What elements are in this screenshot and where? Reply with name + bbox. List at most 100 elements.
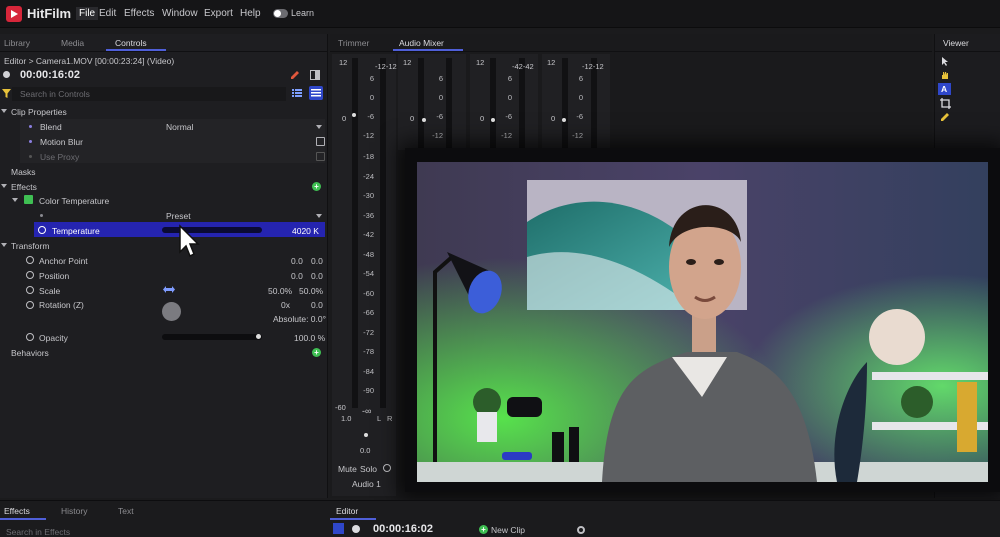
blend-select[interactable]: Normal xyxy=(166,122,193,132)
crop-tool-icon[interactable] xyxy=(940,98,952,110)
temperature-value[interactable]: 4020 K xyxy=(292,226,319,236)
anchor-keyframe-icon[interactable] xyxy=(26,256,34,264)
menu-help[interactable]: Help xyxy=(240,8,261,19)
channel-1-mute-button[interactable]: Mute xyxy=(338,464,357,474)
blend-dropdown-icon[interactable] xyxy=(316,125,322,129)
opacity-slider[interactable] xyxy=(162,334,262,340)
scale-label: Scale xyxy=(39,286,61,296)
timeline-select-tool[interactable] xyxy=(333,523,344,534)
preset-dropdown-icon[interactable] xyxy=(316,214,322,218)
tab-history[interactable]: History xyxy=(61,506,87,516)
transform-heading: Transform xyxy=(11,241,50,251)
scale-label: -60 xyxy=(363,289,374,298)
position-keyframe-icon[interactable] xyxy=(26,271,34,279)
clip-properties-expand-icon[interactable] xyxy=(1,109,7,113)
breadcrumb: Editor > Camera1.MOV [00:00:23:24] (Vide… xyxy=(4,56,175,66)
scale-keyframe-icon[interactable] xyxy=(26,286,34,294)
editor-timecode[interactable]: 00:00:16:02 xyxy=(373,523,433,535)
channel-1-record-icon[interactable] xyxy=(383,464,391,472)
rotation-keyframe-icon[interactable] xyxy=(26,301,34,309)
temperature-keyframe-icon[interactable] xyxy=(38,226,46,234)
tab-media[interactable]: Media xyxy=(61,38,84,48)
channel-3-fader-handle[interactable] xyxy=(491,118,495,122)
tab-text[interactable]: Text xyxy=(118,506,134,516)
temperature-slider[interactable] xyxy=(162,227,262,233)
channel-1-volume[interactable]: 1.0 xyxy=(341,414,351,423)
opacity-value[interactable]: 100.0 % xyxy=(294,333,325,343)
filter-icon[interactable] xyxy=(2,89,11,98)
anchor-x[interactable]: 0.0 xyxy=(291,256,303,266)
rotation-degrees[interactable]: 0.0 xyxy=(311,300,323,310)
position-y[interactable]: 0.0 xyxy=(311,271,323,281)
playback-record-icon[interactable] xyxy=(577,526,585,534)
scale-label: -12 xyxy=(572,131,583,140)
opacity-keyframe-icon[interactable] xyxy=(26,333,34,341)
scale-y[interactable]: 50.0% xyxy=(299,286,323,296)
add-behavior-icon[interactable]: + xyxy=(312,348,321,357)
channel-4-fader-handle[interactable] xyxy=(562,118,566,122)
menu-edit[interactable]: Edit xyxy=(99,8,116,19)
preset-select[interactable]: Preset xyxy=(166,211,191,221)
channel-2-fader-handle[interactable] xyxy=(422,118,426,122)
tab-viewer[interactable]: Viewer xyxy=(943,38,969,48)
tab-editor[interactable]: Editor xyxy=(336,506,358,516)
scale-label: 0 xyxy=(578,93,583,102)
tab-trimmer[interactable]: Trimmer xyxy=(338,38,369,48)
select-tool-icon[interactable] xyxy=(940,56,952,68)
scale-link-icon[interactable] xyxy=(163,285,175,294)
mixer-tab-divider xyxy=(330,51,932,52)
new-clip-icon[interactable]: + xyxy=(479,525,488,534)
panel-layout-icon[interactable] xyxy=(310,70,320,80)
channel-1-fader-zero: 0 xyxy=(342,114,347,123)
channel-1-peak-right: -12-12 xyxy=(375,62,397,71)
tab-editor-indicator xyxy=(330,518,376,520)
scale-label: 0 xyxy=(369,93,374,102)
rotation-turns[interactable]: 0x xyxy=(281,300,290,310)
motion-blur-checkbox[interactable] xyxy=(316,137,325,146)
scale-label: -72 xyxy=(363,328,374,337)
tab-library[interactable]: Library xyxy=(4,38,30,48)
list-view-icon[interactable] xyxy=(292,88,302,98)
scale-label: -18 xyxy=(363,152,374,161)
scale-label: -48 xyxy=(363,250,374,259)
pencil-tool-icon[interactable] xyxy=(940,112,952,124)
channel-1-solo-button[interactable]: Solo xyxy=(360,464,377,474)
menu-window[interactable]: Window xyxy=(162,8,198,19)
transform-expand-icon[interactable] xyxy=(1,243,7,247)
rotation-dial[interactable] xyxy=(162,302,181,321)
masks-heading[interactable]: Masks xyxy=(11,167,36,177)
color-temp-expand-icon[interactable] xyxy=(12,198,18,202)
effects-expand-icon[interactable] xyxy=(1,184,7,188)
hand-tool-icon[interactable] xyxy=(940,70,952,82)
tab-controls[interactable]: Controls xyxy=(115,38,147,48)
opacity-label: Opacity xyxy=(39,333,68,343)
channel-2-fader-zero: 0 xyxy=(410,114,415,123)
menu-effects[interactable]: Effects xyxy=(124,8,154,19)
scale-label: -24 xyxy=(363,172,374,181)
anchor-y[interactable]: 0.0 xyxy=(311,256,323,266)
channel-1-left-label: L xyxy=(377,414,382,423)
text-tool-icon: A xyxy=(941,84,948,94)
channel-1-peak-left: 12 xyxy=(339,58,348,67)
menu-file[interactable]: File xyxy=(76,7,99,20)
position-x[interactable]: 0.0 xyxy=(291,271,303,281)
blend-label: Blend xyxy=(40,122,62,132)
channel-1-pan-knob[interactable] xyxy=(364,433,368,437)
color-temp-enable-checkbox[interactable] xyxy=(24,195,33,204)
scale-label: -12 xyxy=(363,131,374,140)
opacity-slider-handle[interactable] xyxy=(256,334,261,339)
effects-search-input[interactable]: Search in Effects xyxy=(6,527,70,537)
scale-x[interactable]: 50.0% xyxy=(268,286,292,296)
tab-effects[interactable]: Effects xyxy=(4,506,30,516)
controls-timecode[interactable]: 00:00:16:02 xyxy=(20,69,80,81)
channel-1-pan-value[interactable]: 0.0 xyxy=(360,446,370,455)
tab-effects-indicator xyxy=(0,518,46,520)
tab-audio-mixer[interactable]: Audio Mixer xyxy=(399,38,444,48)
pen-icon[interactable] xyxy=(290,70,300,80)
scale-label: -36 xyxy=(363,211,374,220)
menu-export[interactable]: Export xyxy=(204,8,233,19)
scale-label: -30 xyxy=(363,191,374,200)
add-effect-icon[interactable]: + xyxy=(312,182,321,191)
channel-1-fader-handle[interactable] xyxy=(352,113,356,117)
timeline-clock-icon[interactable] xyxy=(352,525,360,533)
